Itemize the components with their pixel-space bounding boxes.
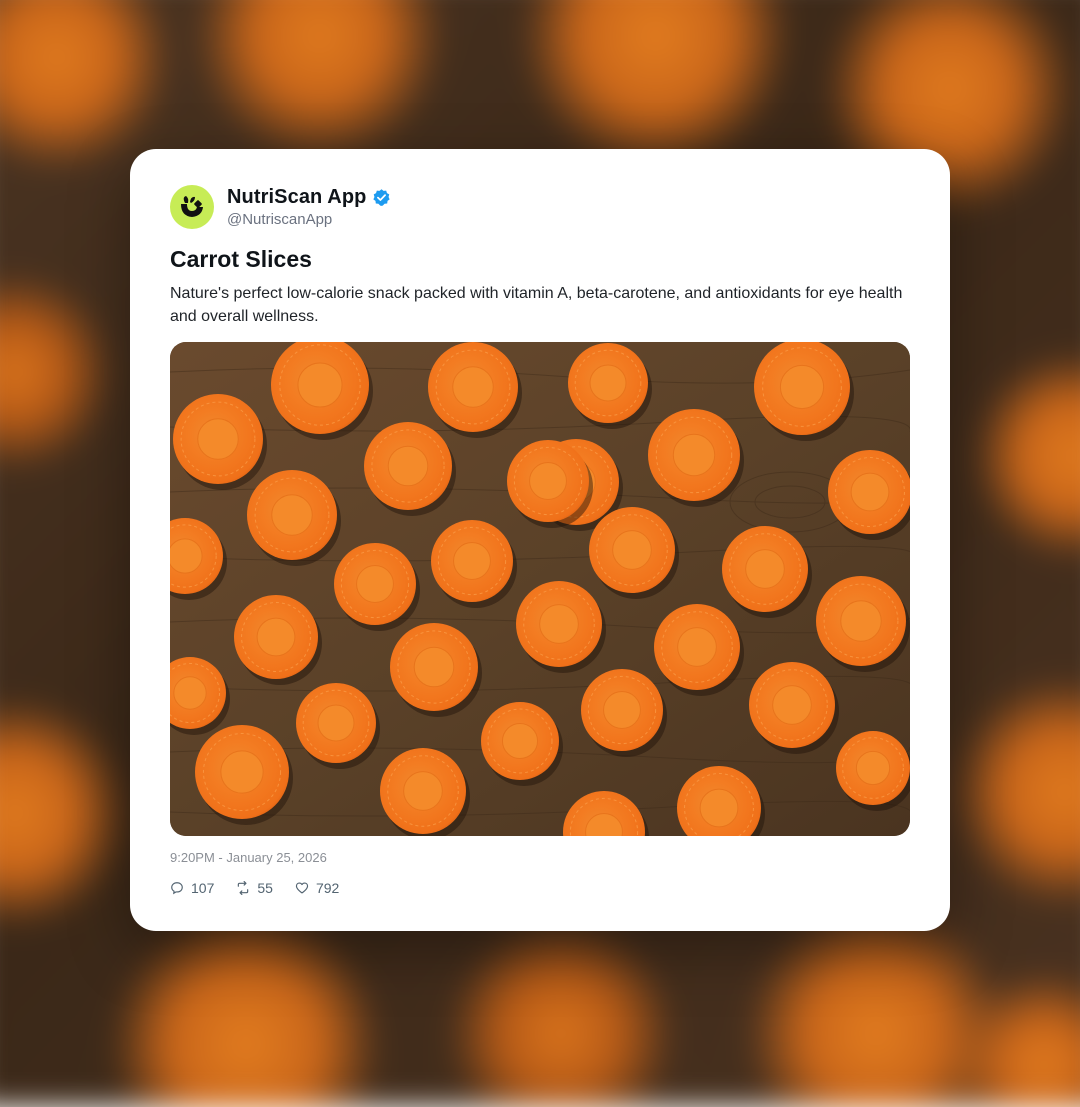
reply-button[interactable]: 107: [170, 880, 214, 896]
nutriscan-logo-icon: [181, 196, 203, 217]
post-timestamp: 9:20PM - January 25, 2026: [170, 850, 327, 865]
post-actions: 107 55 792: [170, 880, 361, 896]
handle[interactable]: @NutriscanApp: [227, 211, 391, 228]
reply-icon: [171, 882, 183, 895]
post-card: NutriScan App @NutriscanApp Carrot Slice…: [130, 149, 950, 931]
post-body: Nature's perfect low-calorie snack packe…: [170, 285, 903, 325]
post-title: Carrot Slices: [170, 246, 312, 272]
repost-count: 55: [257, 880, 273, 896]
post-header: NutriScan App @NutriscanApp: [170, 185, 391, 229]
repost-icon: [238, 881, 249, 895]
heart-icon: [295, 882, 309, 894]
carrot-slices-image: [170, 342, 910, 836]
like-button[interactable]: 792: [295, 880, 339, 896]
display-name[interactable]: NutriScan App: [227, 186, 366, 209]
like-count: 792: [315, 880, 340, 896]
author-info: NutriScan App @NutriscanApp: [227, 186, 391, 228]
avatar[interactable]: [170, 185, 214, 229]
reply-count: 107: [191, 880, 215, 896]
verified-badge-icon: [372, 188, 391, 207]
repost-button[interactable]: 55: [236, 880, 273, 896]
carrot-slices-photo[interactable]: [170, 342, 910, 836]
